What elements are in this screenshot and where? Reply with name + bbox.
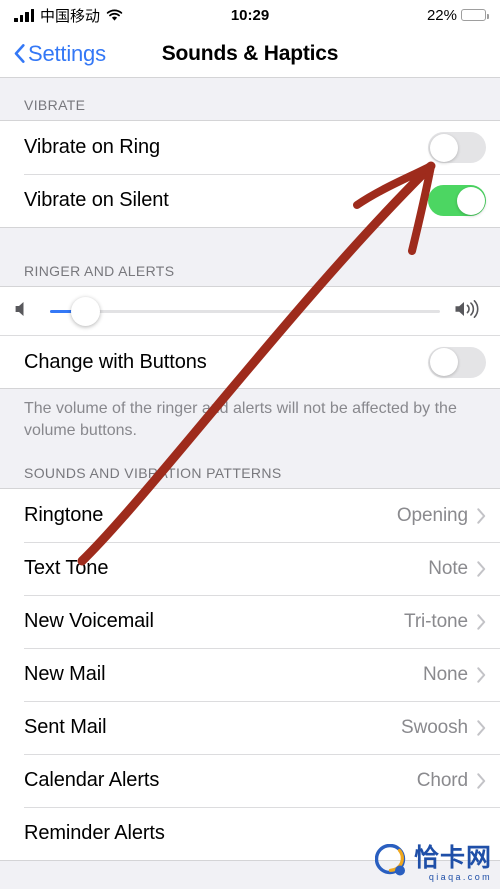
status-bar: 中国移动 10:29 22% — [0, 0, 500, 30]
speaker-low-icon — [14, 300, 36, 323]
iphone-settings-screen: 中国移动 10:29 22% Settings Sounds & Haptics… — [0, 0, 500, 889]
volume-slider-thumb[interactable] — [70, 296, 100, 326]
speaker-high-icon — [454, 299, 486, 324]
row-label: New Mail — [24, 663, 106, 686]
section-header-vibrate: VIBRATE — [0, 78, 500, 120]
row-label: Vibrate on Ring — [24, 136, 161, 158]
row-label: New Voicemail — [24, 610, 154, 633]
section-header-sounds: SOUNDS AND VIBRATION PATTERNS — [0, 442, 500, 489]
battery-icon — [461, 9, 489, 21]
toggle-vibrate-on-silent[interactable] — [428, 185, 486, 216]
chevron-right-icon — [477, 613, 486, 630]
vibrate-group: Vibrate on Ring Vibrate on Silent — [0, 120, 500, 228]
row-value: Swoosh — [401, 716, 468, 738]
battery-percent-label: 22% — [426, 6, 457, 24]
row-label: Change with Buttons — [24, 350, 207, 373]
toggle-vibrate-on-ring[interactable] — [428, 132, 486, 163]
row-new-voicemail[interactable]: New Voicemail Tri-tone — [0, 595, 500, 649]
back-button[interactable]: Settings — [14, 41, 106, 67]
row-label: Ringtone — [24, 504, 104, 527]
row-label: Sent Mail — [24, 716, 107, 739]
row-ringtone[interactable]: Ringtone Opening — [0, 489, 500, 543]
row-vibrate-on-silent[interactable]: Vibrate on Silent — [0, 174, 500, 227]
row-value: Chord — [416, 769, 468, 791]
ringer-footnote: The volume of the ringer and alerts will… — [0, 389, 500, 443]
toggle-change-with-buttons[interactable] — [428, 346, 486, 378]
row-label: Vibrate on Silent — [24, 189, 169, 211]
back-button-label: Settings — [28, 40, 106, 66]
row-value: Opening — [396, 504, 468, 526]
row-label: Reminder Alerts — [24, 822, 165, 845]
ringer-group: Change with Buttons — [0, 286, 500, 389]
watermark-name-en: qiaqa.com — [428, 871, 492, 882]
row-value: None — [422, 663, 468, 685]
row-ringer-volume[interactable] — [0, 287, 500, 335]
row-text-tone[interactable]: Text Tone Note — [0, 542, 500, 596]
chevron-right-icon — [477, 507, 486, 524]
row-reminder-alerts[interactable]: Reminder Alerts — [0, 807, 500, 861]
chevron-right-icon — [477, 772, 486, 789]
row-value: Note — [428, 557, 468, 579]
row-change-with-buttons[interactable]: Change with Buttons — [0, 335, 500, 388]
row-label: Calendar Alerts — [24, 769, 160, 792]
row-label: Text Tone — [24, 557, 109, 580]
row-vibrate-on-ring[interactable]: Vibrate on Ring — [0, 121, 500, 174]
status-bar-right: 22% — [426, 6, 489, 24]
wifi-icon — [106, 9, 123, 22]
signal-bars-icon — [14, 8, 34, 22]
carrier-label: 中国移动 — [40, 7, 101, 25]
volume-slider-track[interactable] — [50, 296, 440, 326]
row-sent-mail[interactable]: Sent Mail Swoosh — [0, 701, 500, 755]
navigation-bar: Settings Sounds & Haptics — [0, 30, 500, 78]
row-value: Tri-tone — [404, 610, 468, 632]
status-bar-left: 中国移动 — [14, 5, 123, 26]
chevron-right-icon — [477, 719, 486, 736]
sounds-group: Ringtone Opening Text Tone Note New Voic… — [0, 488, 500, 862]
chevron-right-icon — [477, 560, 486, 577]
section-header-ringer: RINGER AND ALERTS — [0, 228, 500, 286]
chevron-right-icon — [477, 666, 486, 683]
chevron-left-icon — [14, 44, 25, 63]
row-calendar-alerts[interactable]: Calendar Alerts Chord — [0, 754, 500, 808]
row-new-mail[interactable]: New Mail None — [0, 648, 500, 702]
